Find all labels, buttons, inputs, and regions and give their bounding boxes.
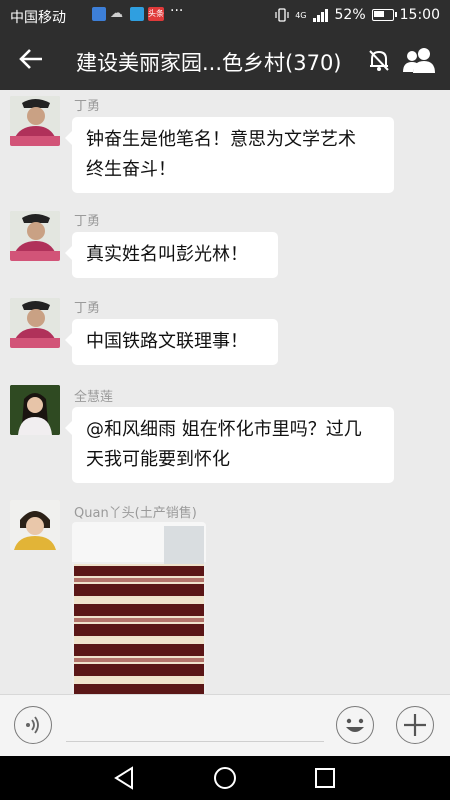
vibrate-icon: [275, 8, 289, 22]
message-text: 终生奋斗！: [86, 159, 176, 180]
notification-icons: ☁ 头条: [92, 7, 164, 21]
status-right: 4G 52% 15:00: [275, 7, 440, 23]
system-nav-bar: [0, 756, 450, 800]
news-app-icon: 头条: [148, 7, 164, 21]
avatar[interactable]: [10, 96, 60, 146]
sender-name: 丁勇: [74, 99, 101, 114]
chat-title: 建设美丽家园...色乡村(370): [76, 51, 342, 75]
message-input[interactable]: [66, 711, 324, 742]
sender-name: 丁勇: [74, 301, 101, 316]
message-bubble[interactable]: 钟奋生是他笔名！意思为文学艺术 终生奋斗！: [65, 117, 394, 193]
battery-percent: 52%: [334, 7, 366, 23]
app-notification-icon: [92, 7, 106, 21]
product-boxes-photo[interactable]: [72, 522, 206, 698]
message-bubble[interactable]: 真实姓名叫彭光林！: [65, 232, 278, 278]
battery-icon: [371, 9, 397, 21]
message-text: @和风细雨 姐在怀化市里吗？过几: [86, 419, 362, 440]
sender-name: 全慧莲: [74, 390, 114, 405]
sender-name: 丁勇: [74, 214, 101, 229]
telegram-icon: [130, 7, 144, 21]
carrier-label: 中国移动: [10, 10, 66, 26]
voice-icon[interactable]: [14, 706, 52, 744]
input-bar: [0, 694, 450, 757]
message-text: 钟奋生是他笔名！意思为文学艺术: [86, 129, 356, 150]
more-notifications-icon: ···: [170, 3, 184, 19]
cloud-icon: ☁: [110, 6, 123, 21]
avatar[interactable]: [10, 500, 60, 550]
message-bubble[interactable]: @和风细雨 姐在怀化市里吗？过几 天我可能要到怀化: [65, 407, 394, 483]
muted-bell-icon[interactable]: [366, 47, 392, 73]
nav-home-icon[interactable]: [212, 765, 238, 791]
back-arrow-icon[interactable]: [16, 44, 46, 74]
chat-header: 建设美丽家园...色乡村(370): [0, 30, 450, 90]
network-type: 4G: [295, 10, 307, 20]
avatar[interactable]: [10, 385, 60, 435]
emoji-icon[interactable]: [336, 706, 374, 744]
message-bubble[interactable]: 中国铁路文联理事！: [65, 319, 278, 365]
clock: 15:00: [399, 7, 440, 23]
message-text: 真实姓名叫彭光林！: [86, 244, 248, 265]
signal-icon: [312, 9, 328, 22]
plus-icon[interactable]: [396, 706, 434, 744]
nav-back-icon[interactable]: [112, 765, 138, 791]
avatar[interactable]: [10, 298, 60, 348]
avatar[interactable]: [10, 211, 60, 261]
nav-recents-icon[interactable]: [312, 765, 338, 791]
message-text: 天我可能要到怀化: [86, 449, 230, 470]
status-bar: 中国移动 ☁ 头条 ··· 4G 52% 15:00: [0, 0, 450, 30]
message-text: 中国铁路文联理事！: [86, 331, 248, 352]
group-members-icon[interactable]: [402, 46, 436, 74]
sender-name: Quan丫头(土产销售): [74, 506, 197, 521]
